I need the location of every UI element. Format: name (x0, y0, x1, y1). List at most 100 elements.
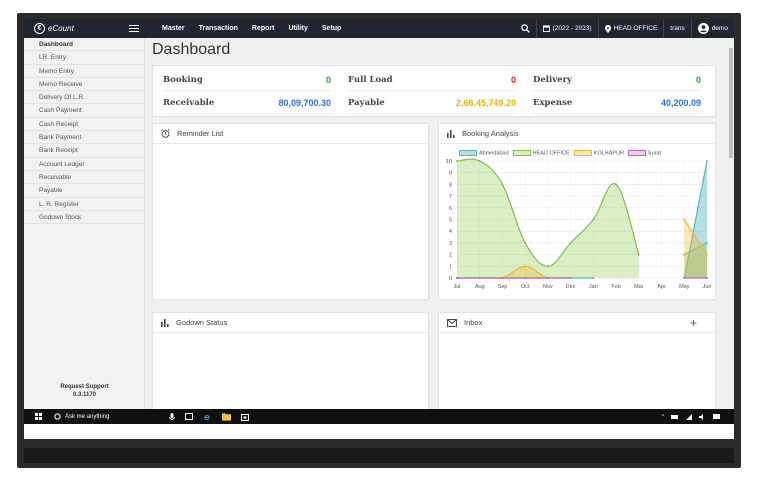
x-tick-label: Nov (543, 284, 553, 290)
volume-icon[interactable] (699, 413, 706, 420)
branch-name: HEAD OFFICE (613, 25, 658, 32)
task-view-icon[interactable] (185, 413, 194, 420)
notification-icon[interactable] (713, 413, 720, 420)
data-point-surat (524, 277, 527, 279)
cortana-circle-icon (54, 413, 61, 420)
data-point-head-office (501, 183, 504, 186)
user-avatar-icon (697, 23, 709, 34)
sidebar-item-account-ledger[interactable]: Account Ledger (24, 158, 144, 171)
y-tick-label: 10 (446, 159, 452, 165)
sidebar-item-memo-entry[interactable]: Memo Entry (24, 65, 144, 78)
menu-master[interactable]: Master (155, 25, 192, 32)
branch-selector[interactable]: HEAD OFFICE (597, 19, 664, 38)
x-tick-label: Jul (453, 284, 460, 290)
menu-transaction[interactable]: Transaction (192, 25, 245, 32)
y-tick-label: 1 (449, 264, 452, 270)
app-version: 0.3.1170 (72, 392, 97, 398)
page-title: Dashboard (152, 41, 231, 58)
trans-selector[interactable]: trans (663, 19, 690, 38)
y-tick-label: 3 (449, 241, 452, 247)
reminder-list-header: Reminder List (153, 124, 428, 144)
top-nav: € eCount Master Transaction Report Utili… (24, 19, 734, 38)
sidebar-item-bank-receipt[interactable]: Bank Receipt (24, 144, 144, 158)
reminder-list-panel: Reminder List (152, 123, 429, 300)
financial-year-selector[interactable]: (2022 - 2023) (535, 19, 598, 38)
microphone-icon[interactable] (169, 412, 176, 421)
y-tick-label: 8 (449, 182, 452, 188)
stat-payable: Payable 2,66,45,749.20 (348, 92, 516, 114)
x-tick-label: Feb (611, 284, 620, 290)
reminder-list-title: Reminder List (177, 129, 224, 138)
windows-start-icon[interactable] (35, 413, 42, 420)
user-name: demo (711, 25, 728, 32)
stat-delivery: Delivery 0 (533, 69, 701, 91)
edge-browser-icon[interactable]: e (203, 412, 212, 421)
inbox-header: Inbox + (439, 313, 715, 333)
x-tick-label: Sep (498, 284, 508, 290)
stat-full-load: Full Load 0 (348, 69, 516, 91)
booking-analysis-chart: 0 1 2 3 4 5 6 7 8 9 10 Jul Aug Sep Oct Nov Dec Jan Feb Mar A… (446, 158, 712, 290)
sidebar-item-dashboard[interactable]: Dashboard (24, 38, 144, 52)
right-nav: (2022 - 2023) HEAD OFFICE trans demo (515, 19, 734, 38)
booking-analysis-header: Booking Analysis (439, 124, 715, 144)
store-icon[interactable] (241, 413, 250, 421)
sidebar-item-lr-register[interactable]: L. R. Register (24, 198, 144, 211)
menu-setup[interactable]: Setup (315, 25, 348, 32)
file-explorer-icon[interactable] (222, 412, 232, 421)
data-point-kolhapur (706, 253, 708, 256)
data-point-head-office (569, 241, 572, 244)
x-tick-label: Aug (475, 284, 485, 290)
sidebar-item-lr-entry[interactable]: LR. Entry (24, 51, 144, 65)
data-point-head-office (637, 253, 640, 256)
monitor-bottom-bar (24, 448, 734, 463)
data-point-head-office (546, 265, 549, 268)
sidebar-item-delivery-of-lr[interactable]: Delivery Of L.R. (24, 91, 144, 105)
sidebar-item-cash-receipt[interactable]: Cash Receipt (24, 118, 144, 132)
data-point-kolhapur (683, 218, 686, 221)
user-menu[interactable]: demo (690, 19, 734, 38)
network-icon[interactable] (686, 413, 692, 420)
chevron-up-icon[interactable]: ^ (662, 414, 664, 420)
x-tick-label: Jun (703, 284, 712, 290)
location-pin-icon (604, 24, 611, 33)
financial-year: (2022 - 2023) (552, 25, 592, 32)
data-point-head-office (615, 183, 618, 186)
sidebar-item-receivable[interactable]: Receivable (24, 171, 144, 185)
trans-label: trans (670, 25, 685, 32)
data-point-surat (456, 277, 458, 279)
data-point-surat (501, 277, 504, 279)
brand[interactable]: € eCount (24, 19, 145, 38)
hamburger-menu-icon[interactable] (129, 25, 139, 32)
svg-text:e: e (204, 413, 210, 421)
taskbar: Ask me anything e ^ (24, 409, 734, 424)
search-button[interactable] (515, 19, 536, 38)
stat-payable-label: Payable (348, 97, 385, 108)
x-tick-label: Dec (566, 284, 576, 290)
menu-report[interactable]: Report (245, 25, 282, 32)
data-point-surat (706, 277, 708, 279)
stat-receivable: Receivable 80,09,700.30 (163, 92, 331, 114)
sidebar-item-cash-payment[interactable]: Cash Payment (24, 104, 144, 118)
y-tick-label: 2 (449, 253, 452, 259)
data-point-kolhapur (524, 265, 527, 268)
ecount-logo-icon: € (34, 23, 45, 34)
menu-utility[interactable]: Utility (281, 25, 314, 32)
sidebar-item-godown-stock[interactable]: Godown Stock (24, 211, 144, 225)
add-message-icon[interactable]: + (690, 316, 697, 330)
inbox-panel: Inbox + (438, 312, 716, 409)
taskbar-apps: e (169, 412, 250, 421)
godown-status-header: Godown Status (153, 313, 428, 333)
sidebar-item-memo-receive[interactable]: Memo Receive (24, 78, 144, 92)
y-tick-label: 7 (449, 194, 452, 200)
scrollbar[interactable] (728, 40, 734, 340)
cortana-search[interactable]: Ask me anything (54, 413, 109, 420)
data-point-surat (683, 277, 686, 279)
request-support[interactable]: Request Support 0.3.1170 (24, 383, 145, 399)
summary-card: Booking 0 Full Load 0 Delivery 0 Receiva… (152, 65, 716, 117)
battery-icon[interactable] (671, 414, 679, 419)
stat-booking-label: Booking (163, 74, 203, 85)
sidebar-item-payable[interactable]: Payable (24, 184, 144, 198)
data-point-head-office (456, 160, 458, 162)
scrollbar-thumb[interactable] (729, 48, 733, 158)
sidebar-item-bank-payment[interactable]: Bank Payment (24, 131, 144, 145)
